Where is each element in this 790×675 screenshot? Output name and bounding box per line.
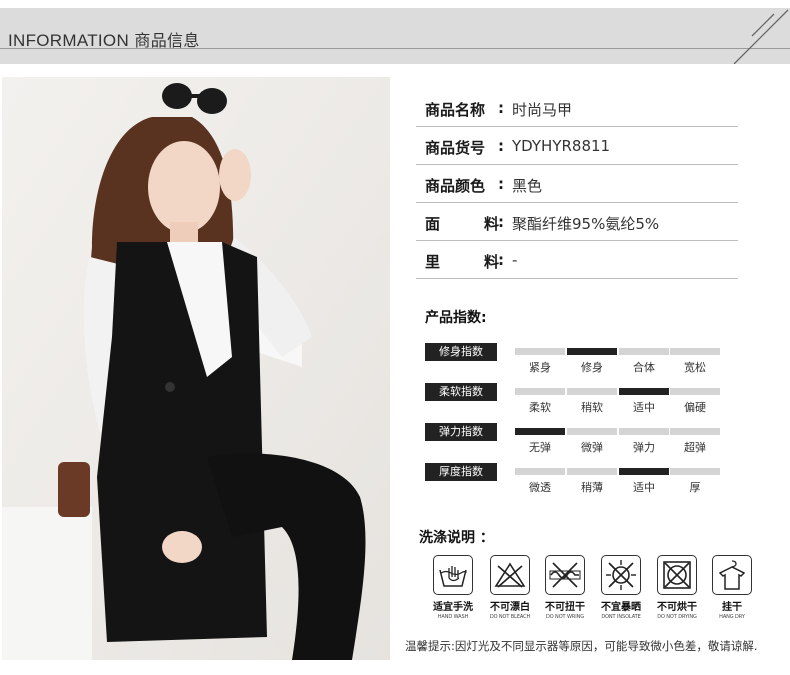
- index-bar: [670, 388, 720, 395]
- index-option: 紧身: [529, 361, 551, 374]
- index-bar-selected: [567, 348, 617, 355]
- index-option: 超弹: [684, 441, 706, 454]
- model-in-black-vest-photo: [2, 77, 390, 660]
- care-label-cn: 不宜暴晒: [601, 602, 641, 613]
- index-label: 柔软指数: [425, 383, 497, 401]
- care-label-cn: 不可烘干: [657, 602, 697, 613]
- info-row-name: 商品名称 : 时尚马甲: [416, 88, 738, 127]
- info-label: 商品颜色: [425, 177, 486, 195]
- info-label-char: 料: [483, 253, 499, 271]
- index-option: 宽松: [684, 361, 706, 374]
- index-option: 弹力: [633, 441, 655, 454]
- care-item: 适宜手洗 HAND WASH: [430, 555, 476, 620]
- no-bleach-icon: [490, 555, 530, 595]
- index-option: 稍薄: [581, 481, 603, 494]
- info-colon: :: [498, 251, 504, 269]
- info-colon: :: [498, 175, 504, 193]
- info-row-lining: 里料 : -: [416, 240, 738, 279]
- care-item: 不可扭干 DO NOT WRING: [542, 555, 588, 620]
- color-notice: 温馨提示:因灯光及不同显示器等原因，可能导致微小色差，敬请谅解.: [405, 639, 758, 653]
- index-option: 偏硬: [684, 401, 706, 414]
- index-option: 修身: [581, 361, 603, 374]
- hang-dry-icon: [712, 555, 752, 595]
- info-value: 聚酯纤维95%氨纶5%: [512, 215, 660, 233]
- product-photo: [2, 77, 390, 660]
- info-value: 时尚马甲: [512, 101, 573, 119]
- care-label-en: DO NOT DRYING: [657, 614, 697, 620]
- info-label: 里料: [425, 251, 499, 272]
- index-option: 稍软: [581, 401, 603, 414]
- care-label-cn: 挂干: [722, 602, 742, 613]
- care-label-en: HANG DRY: [719, 614, 745, 620]
- index-bar: [619, 348, 669, 355]
- info-label-char: 里: [425, 253, 441, 271]
- wash-title: 洗涤说明 ：: [419, 530, 494, 546]
- care-label-cn: 不可扭干: [545, 602, 585, 613]
- index-label: 修身指数: [425, 343, 497, 361]
- index-bar-selected: [619, 388, 669, 395]
- info-value: YDYHYR8811: [512, 137, 611, 155]
- index-option: 合体: [633, 361, 655, 374]
- index-bar: [670, 348, 720, 355]
- info-row-sku: 商品货号 : YDYHYR8811: [416, 126, 738, 165]
- info-value: -: [512, 251, 518, 269]
- header-divider: [0, 48, 790, 49]
- care-item: 不可漂白 DO NOT BLEACH: [487, 555, 533, 620]
- index-bar: [670, 428, 720, 435]
- index-option: 适中: [633, 401, 655, 414]
- index-option: 柔软: [529, 401, 551, 414]
- indices-title: 产品指数:: [425, 310, 487, 326]
- info-label-char: 料: [483, 215, 499, 233]
- info-colon: :: [498, 137, 504, 155]
- no-sunlight-icon: [601, 555, 641, 595]
- info-header: INFORMATION 商品信息: [0, 8, 790, 64]
- index-bar: [515, 348, 565, 355]
- care-item: 挂干 HANG DRY: [709, 555, 755, 620]
- index-label: 厚度指数: [425, 463, 497, 481]
- care-label-en: DO NOT WRING: [545, 614, 584, 620]
- index-bar: [619, 428, 669, 435]
- care-label-en: DONT INSOLATE: [601, 614, 641, 620]
- hand-wash-icon: [433, 555, 473, 595]
- index-bar: [567, 388, 617, 395]
- header-corner-stripes-icon: [733, 9, 789, 64]
- index-option: 微弹: [581, 441, 603, 454]
- index-bar: [567, 468, 617, 475]
- care-label-cn: 适宜手洗: [433, 602, 473, 613]
- care-label-en: DO NOT BLEACH: [489, 614, 531, 620]
- care-label-cn: 不可漂白: [490, 602, 530, 613]
- info-colon: :: [498, 99, 504, 117]
- index-bar: [515, 468, 565, 475]
- info-value: 黑色: [512, 177, 543, 195]
- no-tumble-dry-icon: [657, 555, 697, 595]
- index-bar: [515, 388, 565, 395]
- index-label: 弹力指数: [425, 423, 497, 441]
- index-bar: [567, 428, 617, 435]
- index-option: 厚: [689, 481, 701, 494]
- index-bar-selected: [515, 428, 565, 435]
- care-item: 不可烘干 DO NOT DRYING: [654, 555, 700, 620]
- index-option: 微透: [529, 481, 551, 494]
- info-colon: :: [498, 213, 504, 231]
- care-label-en: HAND WASH: [437, 614, 469, 620]
- info-label-char: 面: [425, 215, 441, 233]
- info-label: 面料: [425, 213, 499, 234]
- info-row-color: 商品颜色 : 黑色: [416, 164, 738, 203]
- no-wring-icon: [545, 555, 585, 595]
- info-label: 商品名称: [425, 101, 486, 119]
- index-option: 适中: [633, 481, 655, 494]
- care-item: 不宜暴晒 DONT INSOLATE: [598, 555, 644, 620]
- index-bar-selected: [619, 468, 669, 475]
- index-bar: [670, 468, 720, 475]
- info-label: 商品货号: [425, 139, 486, 157]
- index-option: 无弹: [529, 441, 551, 454]
- info-row-fabric: 面料 : 聚酯纤维95%氨纶5%: [416, 202, 738, 241]
